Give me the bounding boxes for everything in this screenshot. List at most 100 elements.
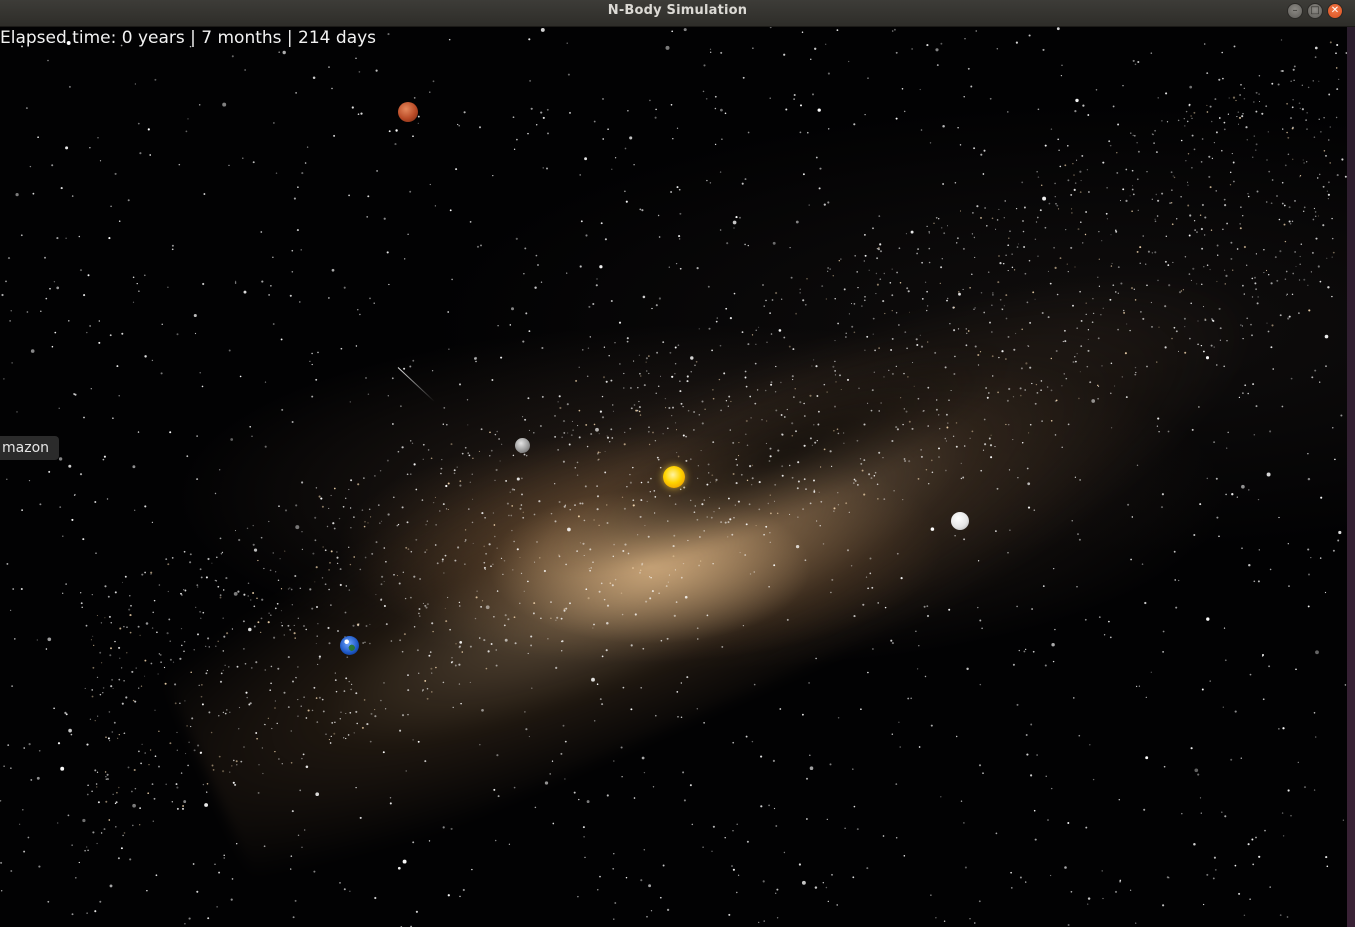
star [1092, 297, 1094, 300]
star [1229, 184, 1232, 186]
star [497, 324, 499, 327]
star [889, 282, 892, 284]
star [829, 763, 832, 766]
star [205, 576, 208, 579]
star [714, 107, 717, 110]
star [1166, 121, 1169, 123]
star [1103, 634, 1106, 636]
star [291, 421, 294, 423]
star [967, 67, 970, 70]
star [350, 527, 352, 529]
star [315, 642, 317, 645]
star [861, 305, 863, 307]
star [533, 432, 535, 434]
star [222, 711, 225, 714]
star [773, 807, 776, 810]
star [1188, 234, 1191, 237]
title-bar[interactable]: N-Body Simulation – □ ✕ [0, 0, 1355, 27]
star [493, 524, 496, 526]
minimize-button[interactable]: – [1287, 3, 1303, 19]
star [668, 495, 671, 497]
star [515, 237, 518, 240]
desktop-edge [1347, 27, 1355, 927]
star [833, 507, 836, 510]
star [568, 443, 571, 446]
star [78, 861, 80, 864]
star [954, 182, 957, 184]
star [712, 397, 715, 400]
star [263, 845, 266, 848]
star [413, 463, 416, 466]
star [983, 149, 986, 152]
star [773, 500, 776, 502]
star [1033, 809, 1036, 812]
simulation-canvas[interactable]: Elapsed time: 0 years | 7 months | 214 d… [0, 27, 1347, 927]
star [980, 292, 983, 294]
star [806, 277, 808, 280]
star [883, 376, 885, 378]
star [422, 602, 424, 604]
star [634, 613, 637, 616]
star [242, 620, 245, 623]
star [602, 376, 606, 379]
star [104, 617, 106, 619]
star [225, 577, 228, 580]
star [459, 484, 462, 487]
star [533, 602, 536, 605]
star [375, 541, 378, 544]
star [554, 483, 556, 485]
star [863, 493, 866, 496]
star [606, 435, 608, 437]
star [469, 681, 471, 683]
star [59, 506, 62, 508]
star [952, 435, 955, 437]
star [1184, 325, 1186, 328]
star [942, 125, 945, 128]
star [176, 731, 178, 733]
star [1017, 243, 1019, 245]
star [1194, 768, 1199, 773]
maximize-button[interactable]: □ [1307, 3, 1323, 19]
star [216, 906, 218, 908]
star [364, 520, 366, 523]
star [732, 741, 735, 744]
star [760, 755, 763, 758]
star [1082, 104, 1085, 107]
star [1238, 116, 1242, 119]
star [680, 576, 683, 579]
star [154, 78, 157, 81]
star [86, 743, 89, 746]
star [1086, 169, 1089, 171]
star [174, 683, 177, 686]
star [350, 683, 353, 686]
star [642, 295, 646, 299]
star [1055, 202, 1057, 205]
star [640, 879, 643, 882]
star [1242, 284, 1244, 287]
star [203, 193, 206, 195]
star [488, 543, 491, 546]
star [624, 190, 626, 193]
star [326, 525, 329, 528]
star [155, 874, 158, 877]
star [175, 783, 178, 786]
star [926, 290, 928, 293]
star [763, 920, 765, 922]
star [74, 393, 77, 396]
star [98, 320, 100, 322]
star [86, 793, 89, 796]
star [1015, 332, 1017, 335]
star [707, 285, 710, 288]
star [537, 264, 539, 266]
star [1211, 157, 1214, 160]
star [339, 882, 341, 884]
star [1328, 93, 1331, 96]
star [670, 103, 673, 106]
star [809, 502, 812, 505]
close-button[interactable]: ✕ [1327, 3, 1343, 19]
star [500, 356, 503, 359]
star [676, 691, 679, 693]
star [1054, 266, 1057, 269]
star [1249, 673, 1252, 676]
star [1318, 118, 1320, 120]
